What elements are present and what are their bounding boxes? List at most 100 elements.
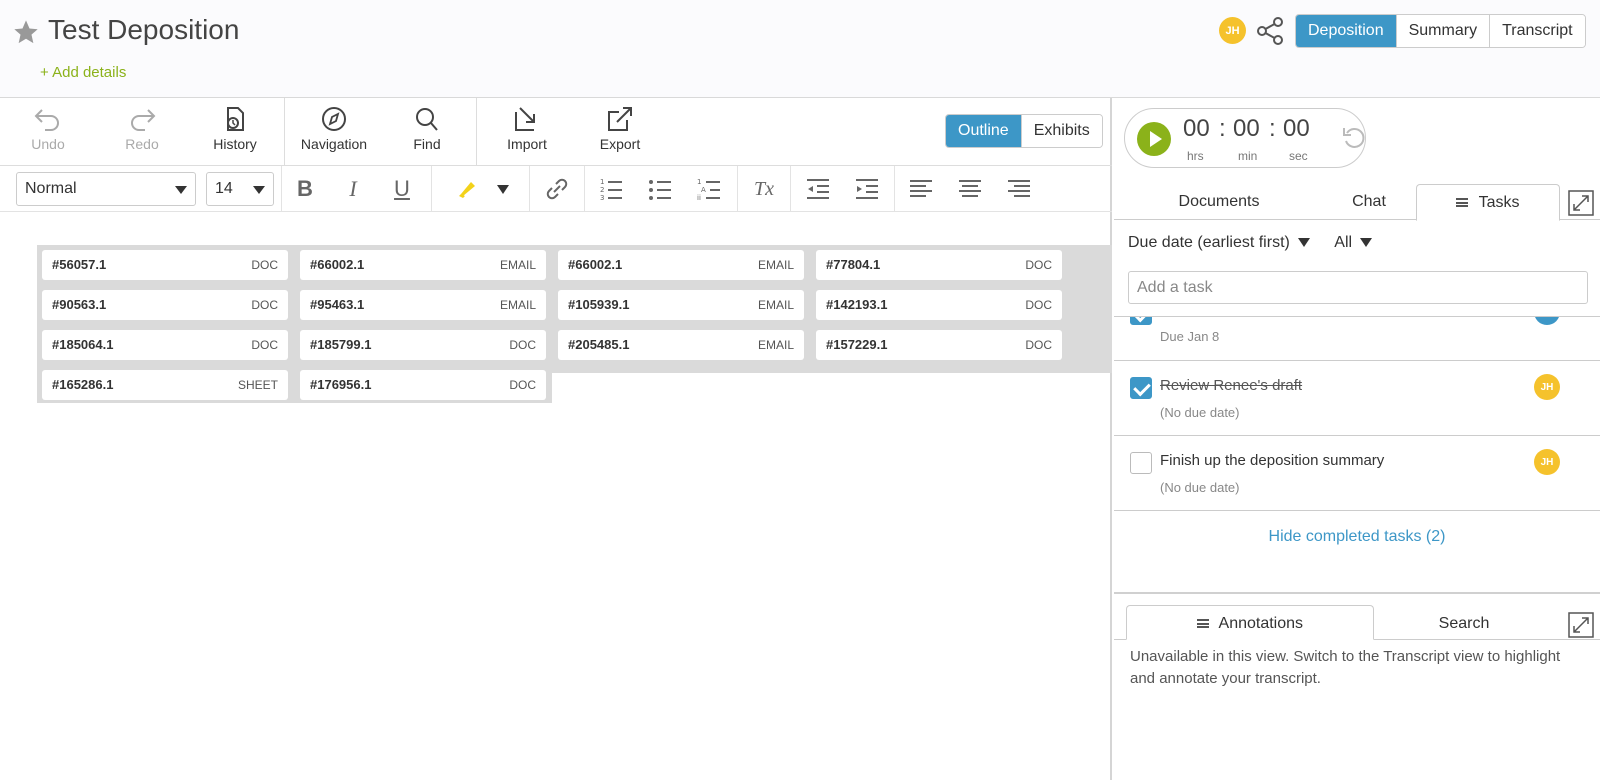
exhibit-chip[interactable]: #185799.1 DOC bbox=[300, 330, 546, 360]
exhibit-chip[interactable]: #77804.1 DOC bbox=[816, 250, 1062, 280]
find-button[interactable]: Find bbox=[382, 106, 472, 152]
sort-dropdown[interactable]: Due date (earliest first) bbox=[1128, 234, 1310, 251]
exhibit-type: EMAIL bbox=[757, 298, 794, 312]
task-checkbox[interactable] bbox=[1130, 317, 1152, 325]
find-label: Find bbox=[413, 136, 441, 152]
exhibit-chip[interactable]: #105939.1 EMAIL bbox=[558, 290, 804, 320]
bulleted-list-button[interactable] bbox=[645, 174, 675, 204]
outline-tab[interactable]: Outline bbox=[946, 115, 1021, 147]
align-right-button[interactable] bbox=[1004, 174, 1034, 204]
exhibit-chip[interactable]: #185064.1 DOC bbox=[42, 330, 288, 360]
indent-icon bbox=[856, 179, 878, 199]
task-checkbox[interactable] bbox=[1130, 452, 1152, 474]
exhibit-chip[interactable]: #176956.1 DOC bbox=[300, 370, 546, 400]
exhibit-chip[interactable]: #95463.1 EMAIL bbox=[300, 290, 546, 320]
underline-button[interactable]: U bbox=[387, 174, 417, 204]
navigation-button[interactable]: Navigation bbox=[289, 106, 379, 152]
align-left-button[interactable] bbox=[906, 174, 936, 204]
align-center-icon bbox=[959, 180, 981, 197]
exhibit-chip[interactable]: #66002.1 EMAIL bbox=[300, 250, 546, 280]
exhibit-chip[interactable]: #165286.1 SHEET bbox=[42, 370, 288, 400]
star-icon[interactable] bbox=[12, 18, 40, 46]
tab-deposition[interactable]: Deposition bbox=[1296, 15, 1396, 47]
timer-seconds: 00 bbox=[1283, 115, 1310, 142]
tab-documents[interactable]: Documents bbox=[1134, 184, 1304, 220]
tab-search[interactable]: Search bbox=[1384, 606, 1544, 642]
task-checkbox[interactable] bbox=[1130, 377, 1152, 399]
align-right-icon bbox=[1008, 180, 1030, 197]
exhibit-chip[interactable]: #142193.1 DOC bbox=[816, 290, 1062, 320]
expand-icon[interactable] bbox=[1568, 190, 1594, 216]
timer-separator: : bbox=[1219, 115, 1226, 142]
undo-button[interactable]: Undo bbox=[3, 106, 93, 152]
exhibit-type: EMAIL bbox=[757, 258, 794, 272]
link-button[interactable] bbox=[542, 174, 572, 204]
tab-transcript[interactable]: Transcript bbox=[1489, 15, 1585, 47]
task-due-date: Due Jan 8 bbox=[1160, 329, 1220, 344]
exhibit-chip[interactable]: #205485.1 EMAIL bbox=[558, 330, 804, 360]
avatar[interactable]: JH bbox=[1219, 17, 1246, 44]
timer-hours: 00 bbox=[1183, 115, 1210, 142]
exhibit-id: #157229.1 bbox=[826, 337, 888, 352]
task-name[interactable]: Finish up the deposition summary bbox=[1160, 452, 1384, 469]
list-item: Due Jan 8 bbox=[1114, 317, 1600, 361]
tab-annotations-label: Annotations bbox=[1218, 615, 1304, 632]
import-button[interactable]: Import bbox=[482, 106, 572, 152]
tab-chat[interactable]: Chat bbox=[1314, 184, 1424, 220]
italic-button[interactable]: I bbox=[338, 174, 368, 204]
exhibit-chip[interactable]: #90563.1 DOC bbox=[42, 290, 288, 320]
align-center-button[interactable] bbox=[955, 174, 985, 204]
filter-label: All bbox=[1334, 234, 1353, 251]
reset-icon[interactable] bbox=[1341, 125, 1367, 151]
paragraph-style-value: Normal bbox=[25, 180, 77, 197]
panel-tabs: Documents Chat Tasks bbox=[1114, 184, 1600, 221]
paragraph-style-select[interactable]: Normal bbox=[16, 172, 196, 206]
filter-dropdown[interactable]: All bbox=[1334, 234, 1373, 251]
tab-tasks-label: Tasks bbox=[1478, 194, 1520, 211]
exhibit-chip[interactable]: #56057.1 DOC bbox=[42, 250, 288, 280]
redo-button[interactable]: Redo bbox=[97, 106, 187, 152]
outdent-button[interactable] bbox=[803, 174, 833, 204]
exhibit-id: #90563.1 bbox=[52, 297, 107, 312]
outline-list-button[interactable]: 1 Aii bbox=[694, 174, 724, 204]
tab-tasks[interactable]: Tasks bbox=[1416, 184, 1560, 221]
bold-button[interactable]: B bbox=[290, 174, 320, 204]
exhibits-tab[interactable]: Exhibits bbox=[1020, 115, 1102, 147]
highlight-button[interactable] bbox=[451, 174, 481, 204]
clear-format-button[interactable]: Tx bbox=[749, 174, 779, 204]
timer: 00 : 00 : 00 hrs min sec bbox=[1124, 108, 1366, 168]
share-icon[interactable] bbox=[1255, 16, 1285, 46]
export-icon bbox=[608, 107, 632, 131]
history-button[interactable]: History bbox=[190, 106, 280, 152]
side-panel: 00 : 00 : 00 hrs min sec Documents Chat … bbox=[1114, 98, 1600, 780]
font-size-select[interactable]: 14 bbox=[206, 172, 274, 206]
exhibit-type: EMAIL bbox=[499, 258, 536, 272]
exhibit-type: DOC bbox=[1025, 298, 1052, 312]
exhibit-chip[interactable]: #66002.1 EMAIL bbox=[558, 250, 804, 280]
redo-icon bbox=[131, 109, 156, 131]
task-name[interactable]: Review Renee's draft bbox=[1160, 377, 1302, 394]
tab-annotations[interactable]: Annotations bbox=[1126, 605, 1374, 640]
numbered-list-button[interactable]: 123 bbox=[596, 174, 626, 204]
add-task-input[interactable]: Add a task bbox=[1128, 271, 1588, 304]
tab-summary[interactable]: Summary bbox=[1395, 15, 1490, 47]
list-item: Finish up the deposition summary (No due… bbox=[1114, 436, 1600, 511]
format-toolbar: Normal 14 B I U 123 1 Aii Tx bbox=[0, 166, 1112, 212]
add-details-link[interactable]: + Add details bbox=[40, 64, 126, 81]
undo-icon bbox=[34, 109, 59, 131]
hide-completed-link[interactable]: Hide completed tasks (2) bbox=[1114, 528, 1600, 546]
highlight-color-dropdown[interactable] bbox=[488, 174, 518, 204]
play-button[interactable] bbox=[1137, 122, 1171, 156]
exhibit-type: DOC bbox=[509, 378, 536, 392]
expand-icon[interactable] bbox=[1568, 612, 1594, 638]
svg-text:1: 1 bbox=[600, 178, 604, 186]
exhibit-id: #205485.1 bbox=[568, 337, 630, 352]
exhibit-id: #66002.1 bbox=[310, 257, 365, 272]
toolbar-divider bbox=[737, 166, 738, 212]
exhibit-chip[interactable]: #157229.1 DOC bbox=[816, 330, 1062, 360]
indent-button[interactable] bbox=[852, 174, 882, 204]
export-button[interactable]: Export bbox=[575, 106, 665, 152]
chevron-down-icon bbox=[1360, 238, 1373, 248]
export-label: Export bbox=[599, 136, 641, 152]
page-title: Test Deposition bbox=[48, 14, 240, 45]
